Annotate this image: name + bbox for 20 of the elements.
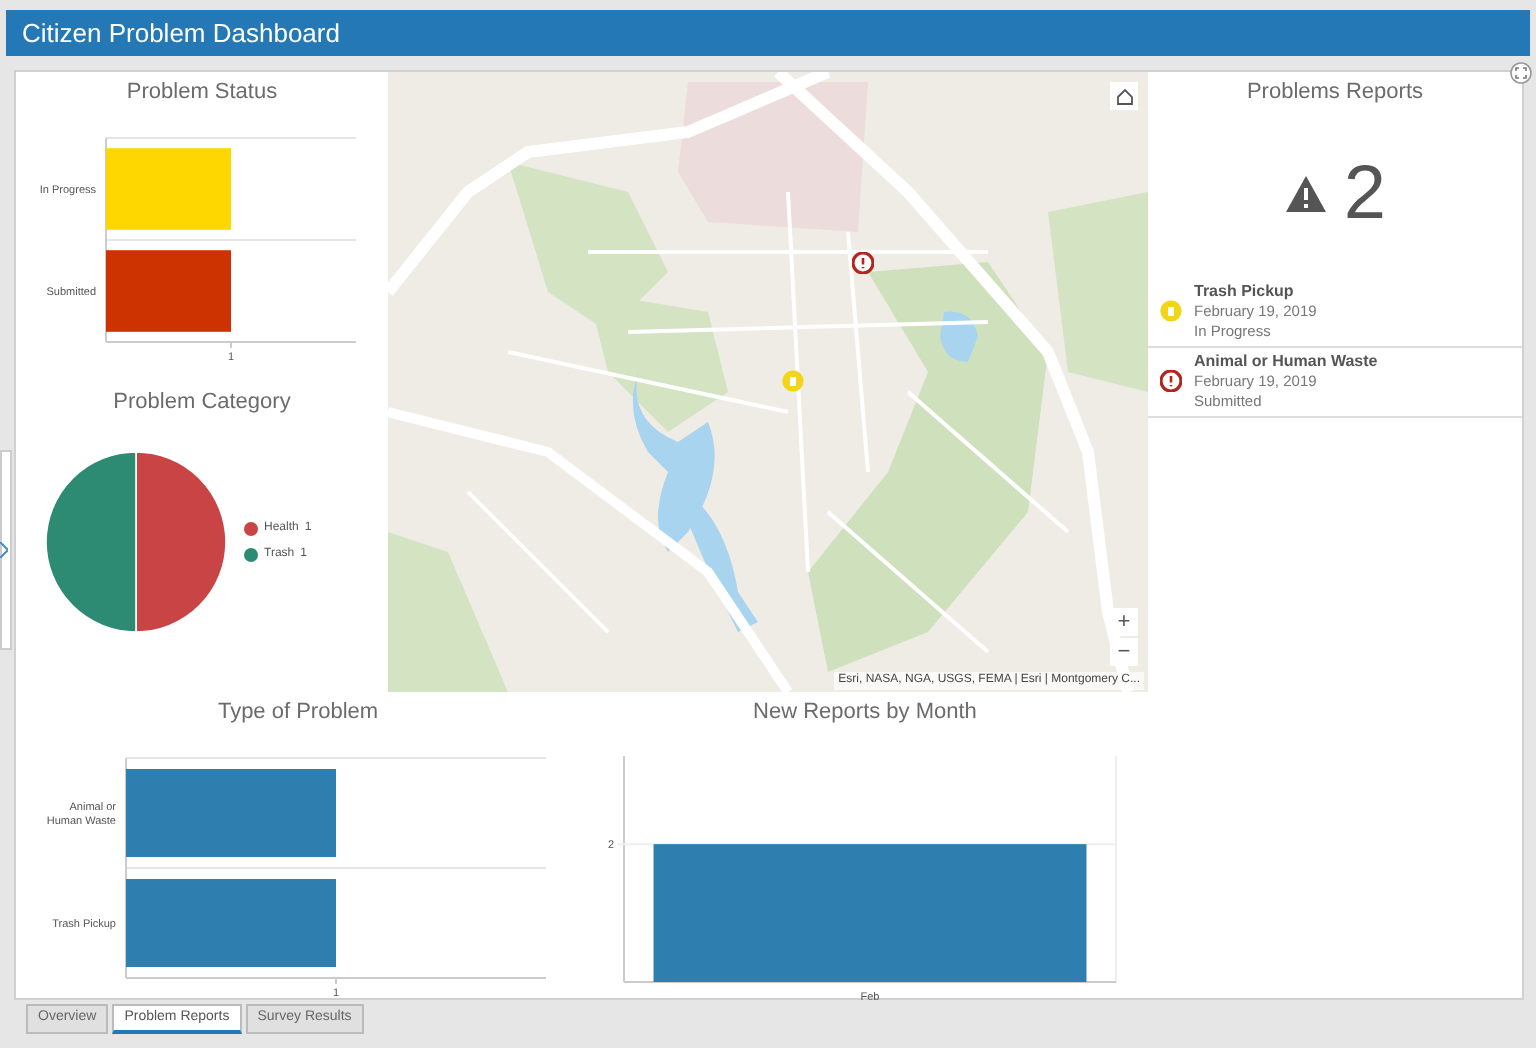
waste-marker-icon[interactable] (852, 252, 874, 274)
chart-title: Type of Problem (217, 698, 379, 728)
dashboard-title: Citizen Problem Dashboard (22, 15, 340, 52)
report-title: Animal or Human Waste (1194, 351, 1378, 371)
warning-icon (1283, 173, 1328, 213)
chart-title: New Reports by Month (753, 698, 977, 728)
trash-marker-icon[interactable] (782, 370, 804, 392)
waste-marker-icon (1160, 370, 1182, 392)
chart-title: Problem Category (113, 388, 291, 418)
fullscreen-icon[interactable] (1510, 62, 1532, 84)
home-icon (1115, 87, 1133, 105)
zoom-in-button[interactable]: + (1110, 608, 1138, 636)
report-title: Trash Pickup (1194, 281, 1296, 301)
trash-marker-icon (1160, 300, 1182, 322)
zoom-out-button[interactable]: − (1110, 638, 1138, 666)
chart-title: Problem Status (126, 78, 278, 108)
chevron-right-icon[interactable] (0, 542, 8, 558)
home-button[interactable] (1110, 82, 1138, 110)
report-count: 2 (1343, 155, 1387, 231)
panel-title: Problems Reports (1244, 78, 1426, 108)
